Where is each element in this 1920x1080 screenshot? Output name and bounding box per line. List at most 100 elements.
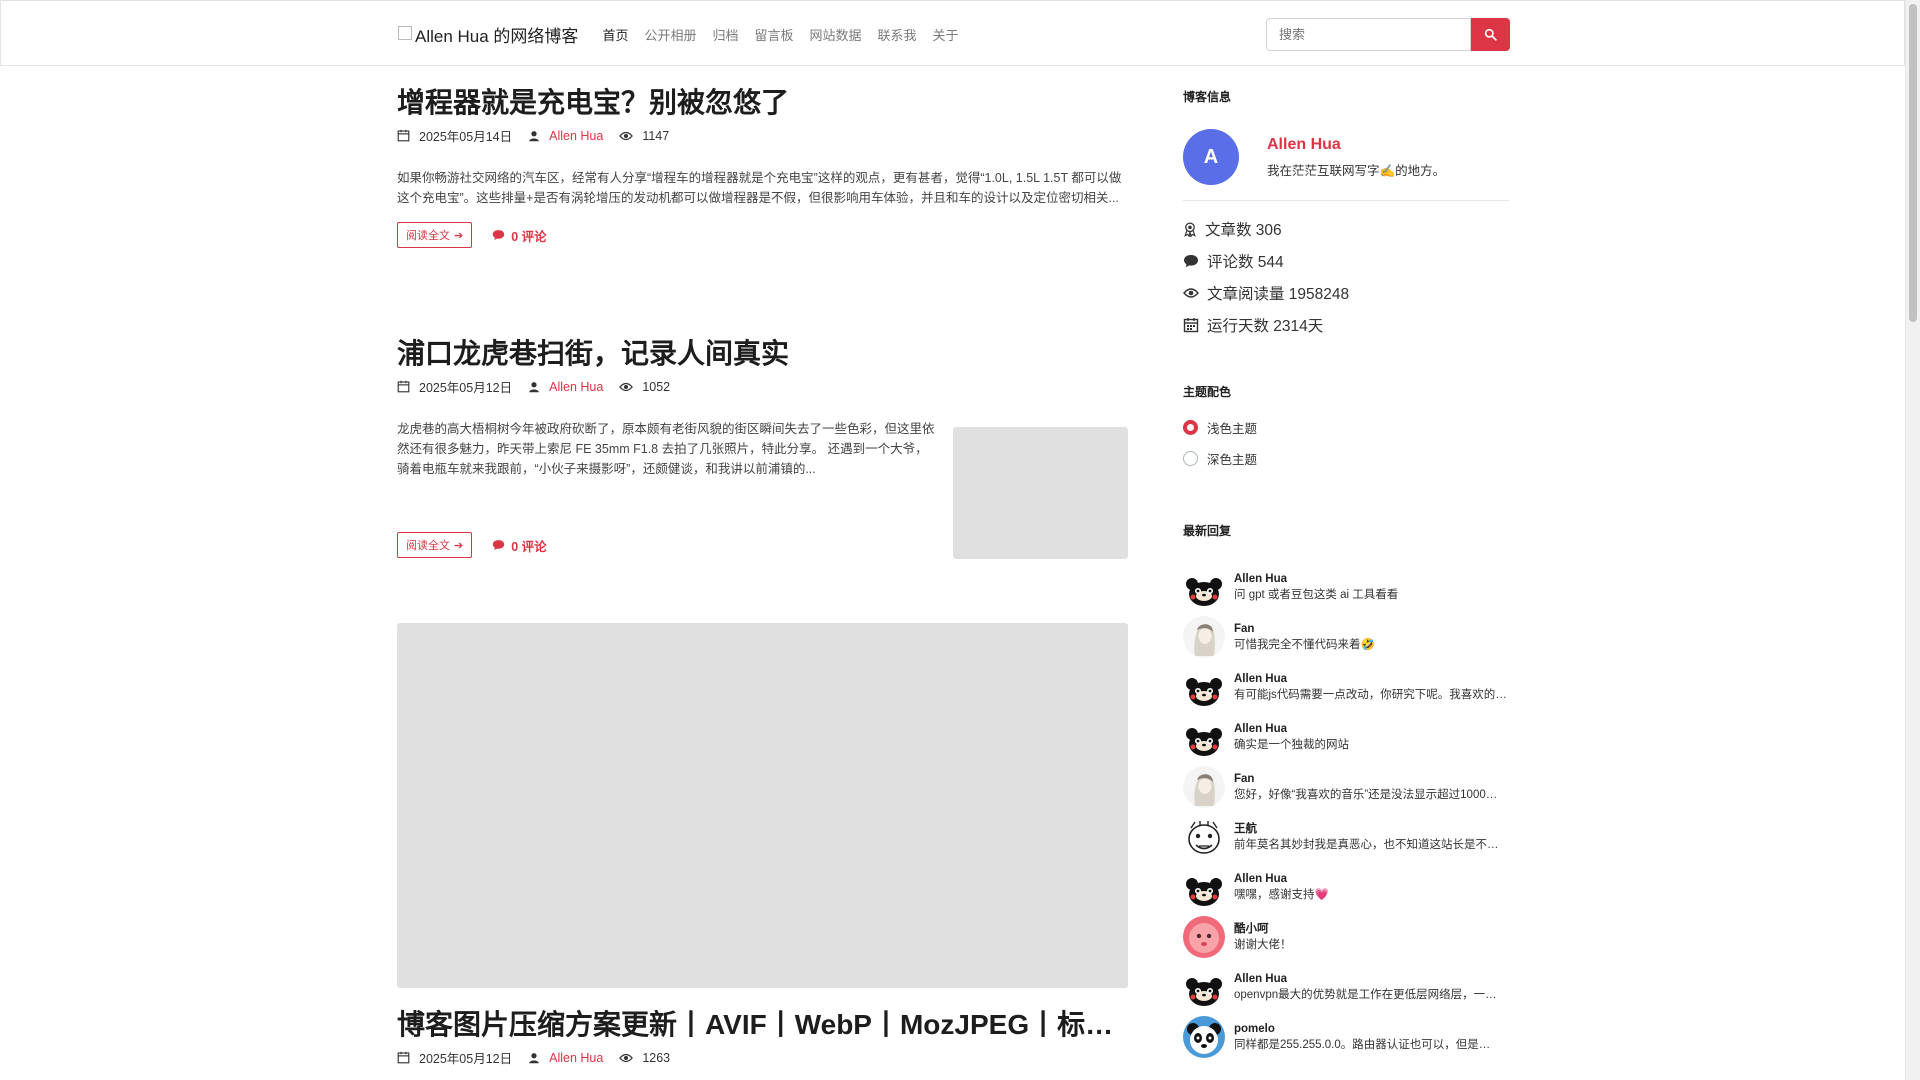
recent-replies-heading: 最新回复	[1183, 524, 1232, 538]
post-title[interactable]: 博客图片压缩方案更新丨AVIF丨WebP丨MozJPEG丨标准JPEG	[397, 1007, 1128, 1043]
post-views: 1147	[642, 128, 670, 143]
reply-item[interactable]: Allen Hua 有可能js代码需要一点改动，你研究下呢。我喜欢的音乐这个页面…	[1183, 662, 1509, 712]
reply-item[interactable]: Allen Hua 确实是一个独裁的网站	[1183, 712, 1509, 762]
user-icon	[529, 131, 539, 142]
nav-home[interactable]: 首页	[602, 25, 628, 44]
arrow-right-icon: ➔	[454, 229, 464, 242]
reply-item[interactable]: Allen Hua 嘿嘿，感谢支持💗	[1183, 862, 1509, 912]
post-meta: 2025年05月12日 Allen Hua 1263	[397, 1048, 1128, 1067]
search-form	[1266, 18, 1510, 51]
radio-unchecked-icon[interactable]	[1183, 451, 1198, 466]
reply-text[interactable]: 同样都是255.255.0.0。路由器认证也可以，但是…	[1234, 1037, 1508, 1053]
read-more-button[interactable]: 阅读全文 ➔	[397, 532, 473, 558]
reply-author: Allen Hua	[1234, 723, 1288, 735]
search-button[interactable]	[1471, 18, 1510, 51]
arrow-right-icon: ➔	[454, 539, 464, 552]
reply-author: Allen Hua	[1234, 673, 1288, 685]
reply-item[interactable]: Fan 可惜我完全不懂代码来着🤣	[1183, 612, 1509, 662]
radio-checked-icon[interactable]	[1183, 420, 1198, 435]
doodle-avatar-icon	[1183, 816, 1225, 858]
bear-avatar-icon	[1183, 866, 1225, 908]
nav-guestbook[interactable]: 留言板	[754, 25, 793, 44]
eye-icon	[619, 1053, 634, 1062]
bear-avatar-icon	[1183, 716, 1225, 758]
comment-count-link[interactable]: 0 评论	[492, 536, 547, 555]
theme-options: 浅色主题 深色主题	[1183, 412, 1257, 474]
post-thumbnail[interactable]	[953, 427, 1128, 559]
reply-item[interactable]: pomelo 同样都是255.255.0.0。路由器认证也可以，但是…	[1183, 1012, 1509, 1062]
comment-icon	[493, 230, 505, 241]
reply-item[interactable]: 王航 前年莫名其妙封我是真恶心，也不知道这站长是不是有病…	[1183, 812, 1509, 862]
search-icon	[1484, 28, 1497, 41]
nav-archive[interactable]: 归档	[712, 25, 738, 44]
theme-light-option[interactable]: 浅色主题	[1183, 412, 1257, 443]
calendar-icon	[397, 1052, 410, 1064]
reply-text[interactable]: 您好，好像“我喜欢的音乐”还是没法显示超过1000首的歌单…	[1234, 787, 1508, 803]
comment-icon	[1184, 255, 1198, 268]
post-author[interactable]: Allen Hua	[549, 129, 603, 143]
post-title[interactable]: 增程器就是充电宝？别被忽悠了	[397, 85, 1128, 121]
stat-days-text: 运行天数 2314天	[1207, 318, 1324, 335]
stat-comments-text: 评论数 544	[1207, 254, 1284, 271]
page-scrollbar[interactable]	[1905, 0, 1920, 1080]
profile-card: A Allen Hua 我在茫茫互联网写字✍️的地方。	[1183, 129, 1445, 185]
eye-icon	[619, 382, 634, 391]
nav-site-data[interactable]: 网站数据	[810, 25, 862, 44]
reply-text[interactable]: 谢谢大佬！	[1234, 937, 1508, 953]
reply-item[interactable]: Fan 您好，好像“我喜欢的音乐”还是没法显示超过1000首的歌单…	[1183, 762, 1509, 812]
read-more-label: 阅读全文	[406, 230, 450, 243]
reply-author: Fan	[1234, 623, 1255, 635]
scrollbar-thumb[interactable]	[1909, 4, 1917, 322]
post-views: 1263	[642, 1050, 671, 1065]
theme-dark-label: 深色主题	[1207, 453, 1258, 467]
stat-comments: 评论数 544	[1183, 245, 1509, 277]
reply-text[interactable]: 有可能js代码需要一点改动，你研究下呢。我喜欢的音乐这个页面…	[1234, 687, 1508, 703]
broken-image-icon	[398, 26, 412, 40]
post-meta: 2025年05月12日 Allen Hua 1052	[397, 377, 1128, 396]
search-input[interactable]	[1266, 18, 1471, 51]
theme-dark-option[interactable]: 深色主题	[1183, 443, 1257, 474]
comment-count-link[interactable]: 0 评论	[492, 226, 547, 245]
post-author[interactable]: Allen Hua	[549, 1051, 603, 1065]
post-title[interactable]: 浦口龙虎巷扫街，记录人间真实	[397, 336, 1128, 372]
sketch-avatar-icon	[1183, 766, 1225, 808]
main-nav: 首页 公开相册 归档 留言板 网站数据 联系我 关于	[602, 25, 958, 44]
blog-info-heading: 博客信息	[1183, 90, 1232, 104]
reply-author: Fan	[1234, 773, 1255, 785]
comment-count: 0 评论	[511, 539, 547, 554]
post-date: 2025年05月12日	[419, 1052, 513, 1067]
nav-about[interactable]: 关于	[933, 25, 959, 44]
post-card: 博客图片压缩方案更新丨AVIF丨WebP丨MozJPEG丨标准JPEG 2025…	[397, 623, 1128, 1067]
badge-icon	[1184, 221, 1196, 237]
avatar[interactable]: A	[1183, 129, 1239, 185]
read-more-label: 阅读全文	[406, 540, 450, 552]
pink-avatar-icon	[1183, 916, 1225, 958]
nav-contact[interactable]: 联系我	[878, 25, 917, 44]
bear-avatar-icon	[1183, 666, 1225, 708]
site-logo-link[interactable]: Allen Hua 的网络博客	[398, 22, 578, 47]
reply-text[interactable]: 嘿嘿，感谢支持💗	[1234, 887, 1508, 903]
post-cover-image[interactable]	[397, 623, 1128, 988]
sketch-avatar-icon	[1183, 616, 1225, 658]
post-author[interactable]: Allen Hua	[549, 380, 603, 394]
post-card: 增程器就是充电宝？别被忽悠了 2025年05月14日 Allen Hua 114…	[397, 85, 1128, 249]
stat-posts-text: 文章数 306	[1205, 222, 1282, 239]
reply-text[interactable]: 可惜我完全不懂代码来着🤣	[1234, 637, 1508, 653]
recent-replies-list: Allen Hua 问 gpt 或者豆包这类 ai 工具看看 Fan 可惜我完全不懂代…	[1183, 562, 1509, 1062]
reply-item[interactable]: Allen Hua 问 gpt 或者豆包这类 ai 工具看看	[1183, 562, 1509, 612]
top-navbar: Allen Hua 的网络博客 首页 公开相册 归档 留言板 网站数据 联系我 …	[0, 0, 1905, 66]
reply-item[interactable]: Allen Hua openvpn最大的优势就是工作在更低层网络层，一般来说…	[1183, 962, 1509, 1012]
reply-text[interactable]: openvpn最大的优势就是工作在更低层网络层，一般来说…	[1234, 987, 1508, 1003]
reply-text[interactable]: 前年莫名其妙封我是真恶心，也不知道这站长是不是有病…	[1234, 837, 1508, 853]
reply-text[interactable]: 确实是一个独裁的网站	[1234, 737, 1508, 753]
post-excerpt: 如果你畅游社交网络的汽车区，经常有人分享“增程车的增程器就是个充电宝”这样的观点…	[397, 171, 1122, 206]
reply-text[interactable]: 问 gpt 或者豆包这类 ai 工具看看	[1234, 587, 1508, 603]
reply-author: Allen Hua	[1234, 973, 1288, 985]
read-more-button[interactable]: 阅读全文 ➔	[397, 222, 473, 249]
divider	[1183, 200, 1509, 201]
reply-author: 酷小呵	[1234, 923, 1269, 935]
reply-item[interactable]: 酷小呵谢谢大佬！	[1183, 912, 1509, 962]
nav-public-album[interactable]: 公开相册	[644, 25, 696, 44]
profile-name[interactable]: Allen Hua	[1267, 136, 1445, 154]
post-excerpt: 龙虎巷的高大梧桐树今年被政府砍断了，原本颇有老街风貌的街区瞬间失去了一些色彩，但…	[397, 422, 935, 477]
